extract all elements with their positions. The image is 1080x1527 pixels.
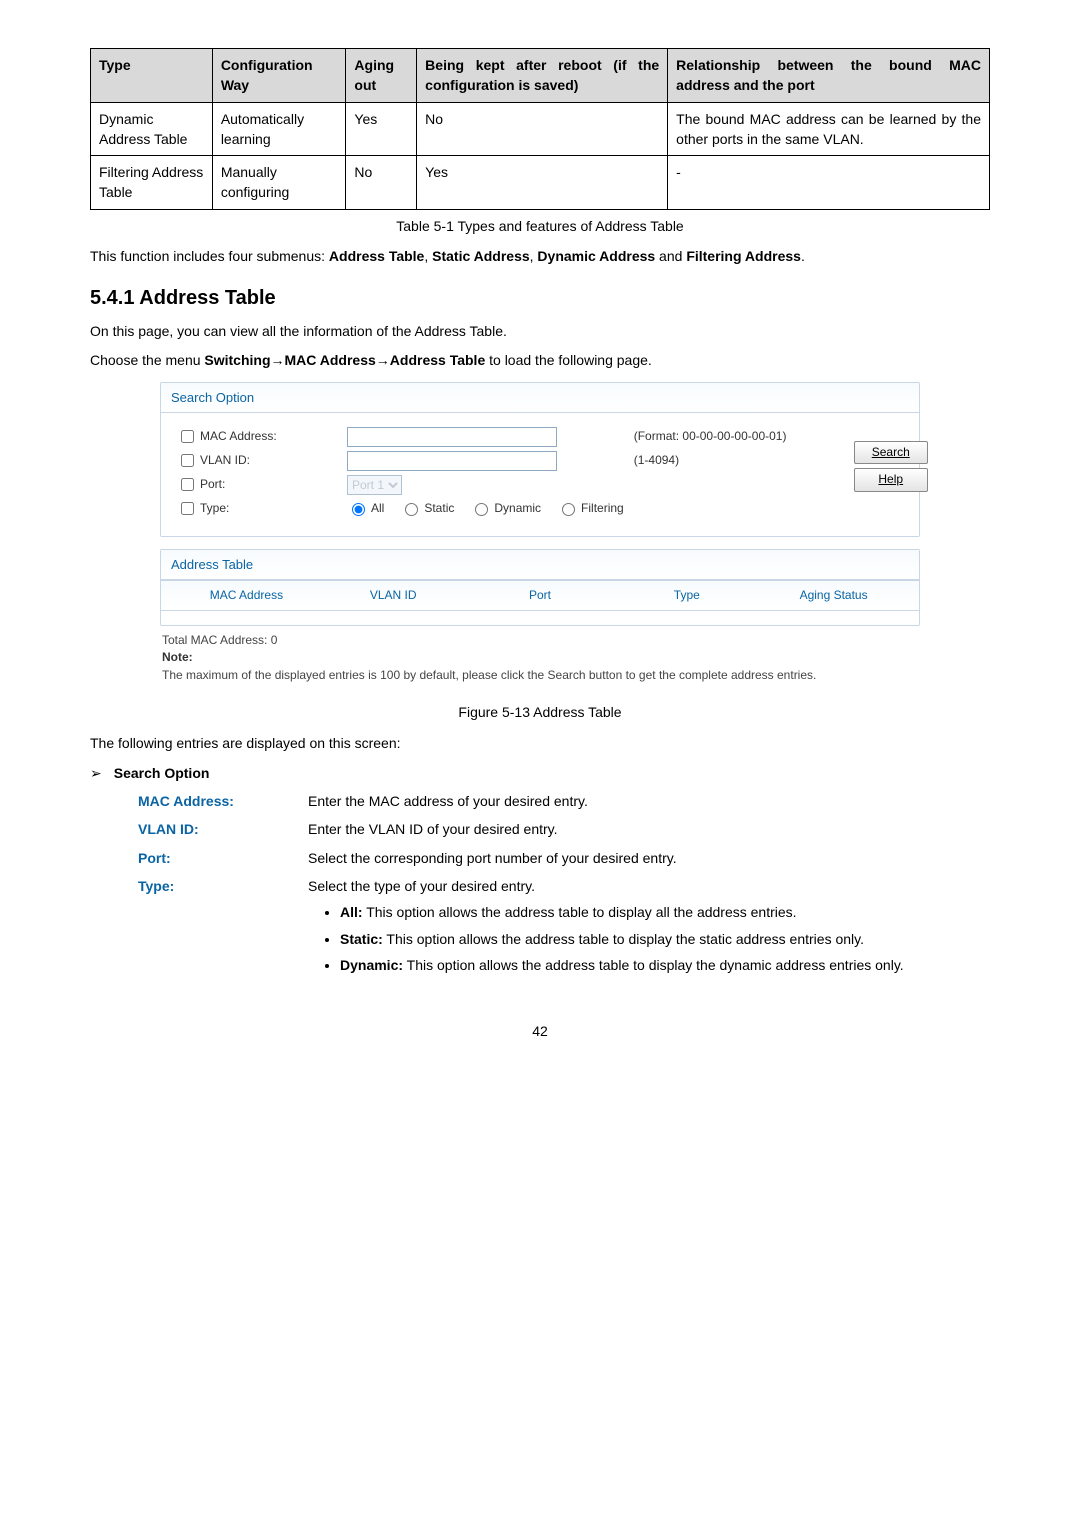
bullet-all: All: This option allows the address tabl… [340, 902, 990, 922]
text: Choose the menu [90, 352, 204, 368]
panel-title: Address Table [161, 550, 919, 579]
text: This function includes four submenus: [90, 248, 329, 264]
vlan-input[interactable] [347, 451, 557, 471]
text: and [655, 248, 686, 264]
cell: Yes [417, 156, 668, 210]
def-type-label: Type: [138, 876, 308, 896]
radio-dynamic-label: Dynamic [494, 500, 541, 517]
search-button[interactable]: Search [854, 441, 928, 464]
address-table-panel: Address Table MAC Address VLAN ID Port T… [160, 549, 920, 626]
table-row: Dynamic Address Table Automatically lear… [91, 102, 990, 156]
vlan-checkbox[interactable] [181, 454, 194, 467]
th-reboot: Being kept after reboot (if the configur… [417, 49, 668, 103]
mac-label: MAC Address: [200, 428, 277, 445]
text-bold: Switching→MAC Address→Address Table [204, 352, 485, 368]
cell: Filtering Address Table [91, 156, 213, 210]
def-vlan-text: Enter the VLAN ID of your desired entry. [308, 819, 990, 839]
col-mac: MAC Address [173, 587, 320, 604]
vlan-hint: (1-4094) [634, 452, 854, 469]
def-mac-text: Enter the MAC address of your desired en… [308, 791, 990, 811]
search-option-panel: Search Option MAC Address: (Format: 00-0… [160, 382, 920, 690]
mac-checkbox[interactable] [181, 430, 194, 443]
radio-dynamic[interactable] [475, 503, 488, 516]
search-option-heading: Search Option [114, 763, 210, 783]
cell: Dynamic Address Table [91, 102, 213, 156]
paragraph: The following entries are displayed on t… [90, 733, 990, 753]
col-port: Port [467, 587, 614, 604]
total-mac: Total MAC Address: 0 [162, 632, 918, 649]
col-type: Type [613, 587, 760, 604]
radio-static[interactable] [405, 503, 418, 516]
bullet-bold: All: [340, 904, 363, 920]
bullet-text: This option allows the address table to … [363, 904, 797, 920]
cell: The bound MAC address can be learned by … [668, 102, 990, 156]
text-bold: Static Address [432, 248, 530, 264]
bullet-dynamic: Dynamic: This option allows the address … [340, 955, 990, 975]
cell: Yes [346, 102, 417, 156]
def-vlan-label: VLAN ID: [138, 819, 308, 839]
bullet-text: This option allows the address table to … [383, 931, 864, 947]
type-checkbox[interactable] [181, 502, 194, 515]
radio-filtering[interactable] [562, 503, 575, 516]
paragraph: On this page, you can view all the infor… [90, 321, 990, 341]
port-select[interactable]: Port 1 [347, 475, 402, 495]
mac-hint: (Format: 00-00-00-00-00-01) [634, 428, 854, 445]
page-number: 42 [90, 1021, 990, 1041]
th-type: Type [91, 49, 213, 103]
panel-title: Search Option [161, 383, 919, 412]
text-bold: Dynamic Address [537, 248, 655, 264]
note-text: The maximum of the displayed entries is … [162, 667, 918, 684]
cell: No [346, 156, 417, 210]
th-aging: Aging out [346, 49, 417, 103]
text: , [424, 248, 432, 264]
cell: - [668, 156, 990, 210]
bullet-bold: Static: [340, 931, 383, 947]
vlan-label: VLAN ID: [200, 452, 250, 469]
type-label: Type: [200, 500, 229, 517]
bullet-bold: Dynamic: [340, 957, 403, 973]
text: . [801, 248, 805, 264]
th-relationship: Relationship between the bound MAC addre… [668, 49, 990, 103]
table-row: Filtering Address Table Manually configu… [91, 156, 990, 210]
text-bold: Filtering Address [686, 248, 801, 264]
port-checkbox[interactable] [181, 478, 194, 491]
figure-caption: Figure 5-13 Address Table [90, 702, 990, 722]
text: to load the following page. [485, 352, 652, 368]
bullet-static: Static: This option allows the address t… [340, 929, 990, 949]
cell: Automatically learning [212, 102, 346, 156]
def-port-text: Select the corresponding port number of … [308, 848, 990, 868]
text-bold: Address Table [329, 248, 424, 264]
table-caption: Table 5-1 Types and features of Address … [90, 216, 990, 236]
help-button[interactable]: Help [854, 468, 928, 491]
th-config: Configuration Way [212, 49, 346, 103]
radio-filtering-label: Filtering [581, 500, 624, 517]
cell: No [417, 102, 668, 156]
bullet-text: This option allows the address table to … [403, 957, 904, 973]
def-type-text: Select the type of your desired entry. [308, 876, 990, 896]
note-label: Note: [162, 649, 918, 666]
port-label: Port: [200, 476, 225, 493]
section-heading: 5.4.1 Address Table [90, 284, 990, 313]
mac-input[interactable] [347, 427, 557, 447]
def-mac-label: MAC Address: [138, 791, 308, 811]
paragraph: Choose the menu Switching→MAC Address→Ad… [90, 350, 990, 370]
radio-static-label: Static [424, 500, 454, 517]
col-aging: Aging Status [760, 587, 907, 604]
radio-all[interactable] [352, 503, 365, 516]
intro-paragraph: This function includes four submenus: Ad… [90, 246, 990, 266]
radio-all-label: All [371, 500, 384, 517]
types-features-table: Type Configuration Way Aging out Being k… [90, 48, 990, 210]
cell: Manually configuring [212, 156, 346, 210]
def-port-label: Port: [138, 848, 308, 868]
col-vlan: VLAN ID [320, 587, 467, 604]
arrow-icon: ➢ [90, 763, 102, 783]
